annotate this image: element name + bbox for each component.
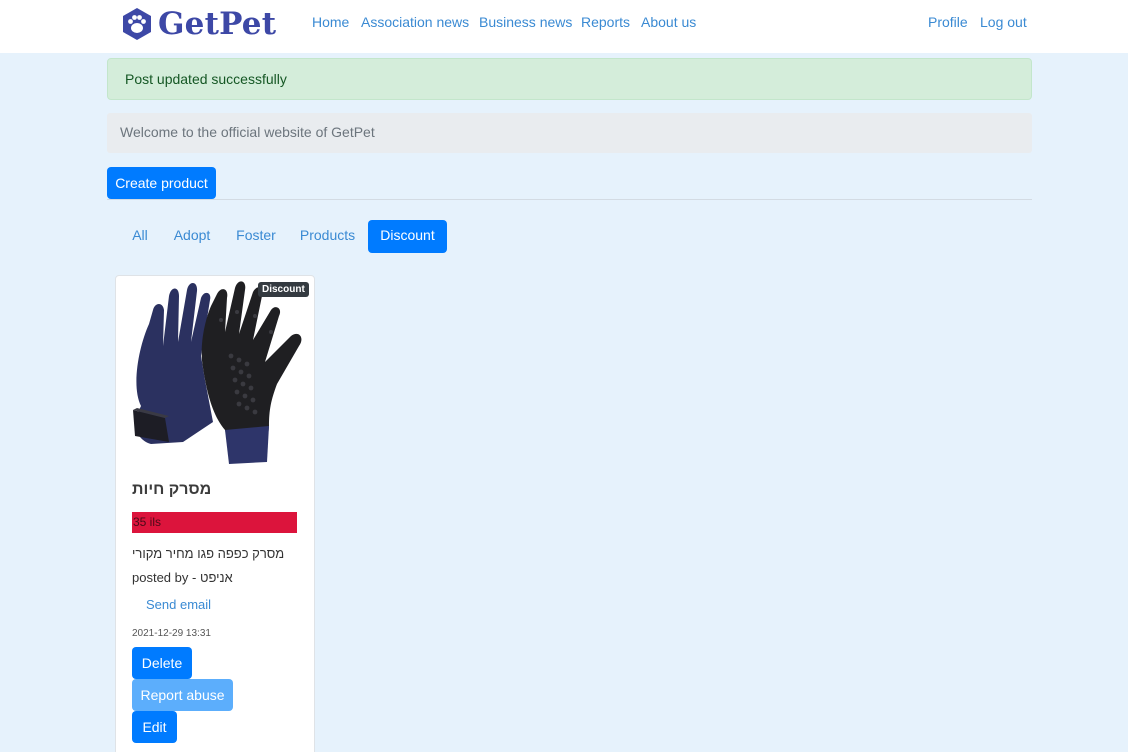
- success-alert: Post updated successfully: [107, 58, 1032, 100]
- filter-tab-discount[interactable]: Discount: [368, 220, 447, 253]
- price-label: 35 ils: [132, 512, 297, 533]
- filter-tab-all[interactable]: All: [120, 220, 160, 253]
- report-abuse-button[interactable]: Report abuse: [132, 679, 233, 711]
- filter-tab-adopt[interactable]: Adopt: [163, 220, 221, 253]
- nav-home[interactable]: Home: [312, 14, 349, 30]
- delete-button[interactable]: Delete: [132, 647, 192, 679]
- edit-button[interactable]: Edit: [132, 711, 177, 743]
- brand-logo-link[interactable]: GetPet: [120, 5, 276, 43]
- divider: [107, 199, 1032, 200]
- nav-business-news[interactable]: Business news: [479, 14, 572, 30]
- product-description: מסרק כפפה פגו מחיר מקורי: [132, 546, 285, 561]
- welcome-banner: Welcome to the official website of GetPe…: [107, 113, 1032, 153]
- discount-badge: Discount: [258, 282, 309, 297]
- nav-profile[interactable]: Profile: [928, 14, 968, 30]
- top-navbar: GetPet Home Association news Business ne…: [0, 0, 1128, 53]
- nav-association-news[interactable]: Association news: [361, 14, 469, 30]
- nav-about-us[interactable]: About us: [641, 14, 696, 30]
- post-timestamp: 2021-12-29 13:31: [132, 628, 211, 639]
- posted-by-name: אניפט: [199, 570, 233, 585]
- filter-tab-products[interactable]: Products: [290, 220, 365, 253]
- posted-by: posted by - אניפט: [132, 570, 233, 585]
- nav-logout[interactable]: Log out: [980, 14, 1027, 30]
- posted-by-label: posted by -: [132, 570, 197, 585]
- create-product-button[interactable]: Create product: [107, 167, 216, 199]
- filter-tab-foster[interactable]: Foster: [225, 220, 287, 253]
- send-email-link[interactable]: Send email: [146, 597, 211, 612]
- pet-grooming-glove-image: [133, 281, 302, 464]
- brand-name: GetPet: [158, 6, 277, 42]
- nav-reports[interactable]: Reports: [581, 14, 630, 30]
- product-title: מסרק חיות: [132, 481, 212, 498]
- paw-icon: [123, 8, 151, 40]
